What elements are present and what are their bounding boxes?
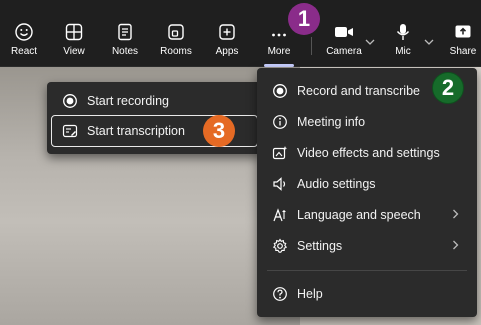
recording-submenu: Start recording Start transcription [47, 82, 262, 154]
camera-options-chevron-icon[interactable] [365, 38, 375, 49]
add-apps-icon [217, 22, 237, 42]
chevron-right-icon [452, 208, 459, 222]
info-icon [271, 113, 289, 131]
video-effects-item[interactable]: Video effects and settings [257, 138, 477, 168]
help-label: Help [297, 287, 323, 301]
language-icon [271, 206, 289, 224]
rooms-label: Rooms [160, 46, 192, 57]
more-options-menu: Record and transcribe Meeting info Video… [257, 68, 477, 317]
language-speech-item[interactable]: Language and speech [257, 200, 477, 230]
start-recording-item[interactable]: Start recording [47, 86, 262, 116]
share-screen-icon [453, 22, 473, 42]
view-label: View [63, 46, 85, 57]
more-active-indicator [264, 64, 294, 67]
video-effects-label: Video effects and settings [297, 146, 440, 160]
smiley-icon [14, 22, 34, 42]
start-transcription-label: Start transcription [87, 124, 185, 138]
record-and-transcribe-label: Record and transcribe [297, 84, 420, 98]
settings-label: Settings [297, 239, 343, 253]
react-label: React [10, 46, 38, 57]
step-badge-1: 1 [288, 3, 320, 35]
notes-button[interactable]: Notes [108, 0, 142, 67]
audio-settings-label: Audio settings [297, 177, 376, 191]
share-label: Share [449, 46, 477, 57]
meeting-toolbar: React View Notes Rooms Apps More Camera … [0, 0, 481, 67]
start-recording-label: Start recording [87, 94, 169, 108]
more-label: More [267, 46, 291, 57]
mic-options-chevron-icon[interactable] [424, 38, 434, 49]
video-effects-icon [271, 144, 289, 162]
chevron-right-icon [452, 239, 459, 253]
step-badge-3: 3 [203, 115, 235, 147]
record-icon [61, 92, 79, 110]
breakout-rooms-icon [166, 22, 186, 42]
react-button[interactable]: React [8, 0, 40, 67]
rooms-button[interactable]: Rooms [158, 0, 194, 67]
menu-divider [267, 270, 467, 271]
mic-label: Mic [395, 46, 411, 57]
view-button[interactable]: View [58, 0, 90, 67]
help-item[interactable]: Help [257, 279, 477, 309]
language-speech-label: Language and speech [297, 208, 421, 222]
share-button[interactable]: Share [448, 0, 478, 67]
step-badge-2: 2 [432, 72, 464, 104]
meeting-info-label: Meeting info [297, 115, 366, 129]
meeting-info-item[interactable]: Meeting info [257, 107, 477, 137]
notes-label: Notes [111, 46, 139, 57]
help-question-icon [271, 285, 289, 303]
microphone-icon [393, 22, 413, 42]
mic-button[interactable]: Mic [390, 0, 416, 67]
transcription-icon [61, 122, 79, 140]
gear-icon [271, 237, 289, 255]
grid-view-icon [64, 22, 84, 42]
camera-label: Camera [326, 46, 362, 57]
speaker-icon [271, 175, 289, 193]
apps-button[interactable]: Apps [211, 0, 243, 67]
toolbar-divider [311, 37, 312, 55]
settings-item[interactable]: Settings [257, 231, 477, 261]
record-icon [271, 82, 289, 100]
camera-button[interactable]: Camera [326, 0, 362, 67]
apps-label: Apps [215, 46, 239, 57]
camera-icon [333, 22, 355, 42]
more-dots-icon [269, 22, 289, 42]
notes-icon [115, 22, 135, 42]
audio-settings-item[interactable]: Audio settings [257, 169, 477, 199]
